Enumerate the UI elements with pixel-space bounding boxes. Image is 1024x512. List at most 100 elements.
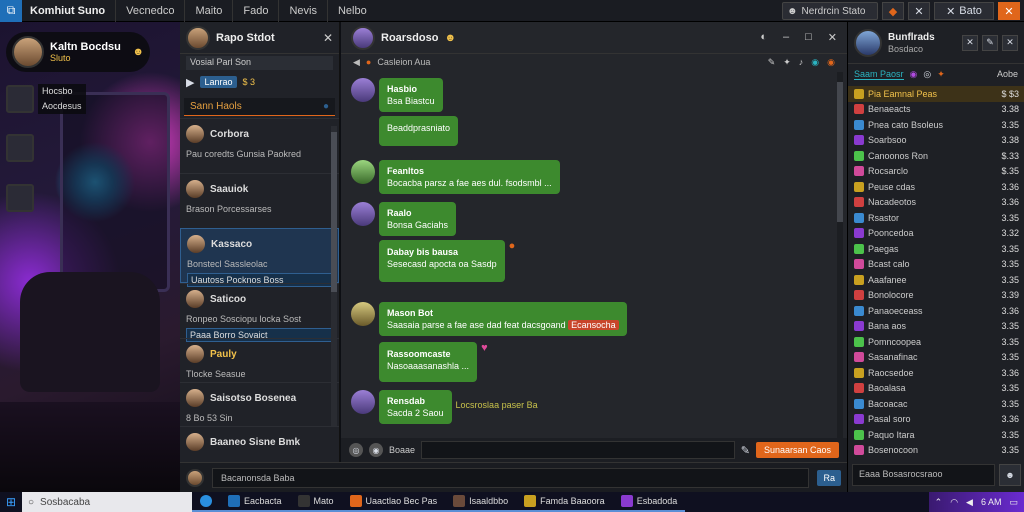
taskbar-app[interactable]: Famda Baaoora [516, 492, 613, 512]
friend-row[interactable]: Pia Eamnal Peas $ $3 [848, 86, 1024, 102]
friend-row[interactable]: Nacadeotos 3.36 [848, 195, 1024, 211]
notifications-icon[interactable]: ▭ [1009, 497, 1018, 508]
friend-row[interactable]: Bosenocoon 3.35 [848, 443, 1024, 459]
friend-row[interactable]: Pomncoopea 3.35 [848, 334, 1024, 350]
close-window-button[interactable]: ✕ Bato [934, 2, 994, 20]
notification-icon[interactable]: ◆ [882, 2, 904, 20]
flame-icon[interactable]: ✦ [937, 69, 945, 80]
friend-row[interactable]: Baoalasa 3.35 [848, 381, 1024, 397]
friend-row[interactable]: Sasanafinac 3.35 [848, 350, 1024, 366]
taskbar-app[interactable]: Esbadoda [612, 492, 686, 512]
friend-row[interactable]: Pasal soro 3.36 [848, 412, 1024, 428]
minimize-icon[interactable]: – [783, 31, 789, 44]
friend-row[interactable]: Benaeacts 3.38 [848, 102, 1024, 118]
chevron-up-icon[interactable]: ⌃ [935, 497, 943, 508]
settings-icon[interactable]: ◐ [760, 31, 767, 44]
bottom-input[interactable]: Bacanonsda Baba [212, 467, 810, 488]
friend-row[interactable]: Pooncedoa 3.32 [848, 226, 1024, 242]
message-bubble[interactable]: Hasbio Bsa Biastcu [379, 78, 443, 112]
conversation-item[interactable]: Saisotso Bosenea 8 Bo 53 Sin [180, 382, 339, 426]
bell-icon[interactable]: ♪ [799, 57, 804, 68]
side-friend[interactable] [6, 184, 34, 212]
gear-icon[interactable]: ◎ [923, 69, 931, 80]
chat-scrollbar[interactable] [837, 72, 843, 442]
friend-row[interactable]: Bacoacac 3.35 [848, 396, 1024, 412]
conversation-item[interactable]: Saticoo Ronpeo Sosciopu locka Sost Paaa … [180, 283, 339, 342]
close-icon[interactable]: ✕ [828, 31, 837, 44]
friends-search-input[interactable]: Eaaa Bosasrocsraoo [852, 464, 995, 486]
taskbar-app[interactable]: Isaaldbbo [445, 492, 517, 512]
attach-icon[interactable]: ◉ [369, 443, 383, 457]
friend-row[interactable]: Bonolocore 3.39 [848, 288, 1024, 304]
add-friend-icon[interactable]: ☻ [999, 464, 1021, 486]
side-friend[interactable]: Hocsbo Aocdesus [6, 84, 86, 114]
menu-item[interactable]: Vecnedco [115, 0, 184, 22]
message-bubble[interactable]: Rensdab Sacda 2 Saou [379, 390, 452, 424]
tab-active[interactable]: Saam Paosr [854, 69, 904, 80]
menu-item[interactable]: Maito [184, 0, 232, 22]
send-button[interactable]: Sunaarsan Caos [755, 442, 839, 458]
conversation-item[interactable]: Saauiok Brason Porcessarses [180, 173, 339, 228]
taskbar-app[interactable]: Eacbacta [220, 492, 290, 512]
tab-active[interactable]: Lanrao [200, 76, 237, 88]
message-bubble[interactable]: Feanltos Bocacba parsz a fae aes dul. fso… [379, 160, 560, 194]
friend-row[interactable]: Rocsarclo $.35 [848, 164, 1024, 180]
reaction-icon[interactable]: ● [509, 240, 516, 252]
menu-item[interactable]: Fado [232, 0, 278, 22]
friend-row[interactable]: Soarbsoo 3.38 [848, 133, 1024, 149]
taskbar-app[interactable] [192, 492, 220, 512]
friend-row[interactable]: Bana aos 3.35 [848, 319, 1024, 335]
message-bubble[interactable]: Mason Bot Saasaia parse a fae ase dad fea… [379, 302, 627, 336]
maximize-icon[interactable]: □ [805, 31, 812, 44]
message-bubble[interactable]: Beaddprasniato [379, 116, 459, 146]
conversation-item-selected[interactable]: Kassaco Bonstecl Sassleolac Uautoss Pock… [180, 228, 339, 287]
pin-icon[interactable]: ✦ [783, 57, 791, 68]
taskbar-app[interactable]: Uaactlao Bec Pas [341, 492, 446, 512]
friend-row[interactable]: Rsastor 3.35 [848, 210, 1024, 226]
volume-icon[interactable]: ◀ [966, 497, 973, 508]
video-icon[interactable]: ▶ [186, 76, 194, 89]
heart-icon[interactable]: ♥ [481, 342, 488, 354]
user-account-button[interactable]: ☻ Nerdrcin Stato [782, 2, 878, 20]
taskbar-search[interactable]: ○ Sosbacaba [22, 492, 192, 512]
clock[interactable]: 6 AM [981, 497, 1002, 507]
camera-icon[interactable]: ◎ [349, 443, 363, 457]
wifi-icon[interactable]: ◠ [950, 497, 958, 508]
message-bubble[interactable]: Rassoomcaste Nasoaaasanashla ... [379, 342, 478, 382]
tab[interactable]: Aobe [997, 69, 1018, 79]
friend-row[interactable]: Peuse cdas 3.36 [848, 179, 1024, 195]
start-icon[interactable]: ⊞ [0, 492, 22, 512]
friend-row[interactable]: Bcast calo 3.35 [848, 257, 1024, 273]
conversation-item[interactable]: Corbora Pau coredts Gunsia Paokred [180, 118, 339, 173]
bottom-send-button[interactable]: Ra [817, 469, 841, 486]
scrollbar-thumb[interactable] [837, 82, 843, 222]
pen-icon[interactable]: ✎ [741, 444, 750, 457]
message-bubble[interactable]: Raalo Bonsa Gaciahs [379, 202, 457, 236]
friend-row[interactable]: Raocsedoe 3.36 [848, 365, 1024, 381]
friend-row[interactable]: Paegas 3.35 [848, 241, 1024, 257]
friend-row[interactable]: Pnea cato Bsoleus 3.35 [848, 117, 1024, 133]
circle-icon[interactable]: ◉ [910, 69, 918, 80]
menu-item[interactable]: Nevis [278, 0, 327, 22]
friend-row[interactable]: Paquo Itara 3.35 [848, 427, 1024, 443]
scrollbar-thumb[interactable] [331, 132, 337, 292]
info-icon[interactable]: ◉ [811, 57, 819, 68]
conversations-scrollbar[interactable] [331, 126, 337, 426]
close-icon[interactable]: ✕ [323, 31, 333, 45]
profile-card[interactable]: Kaltn Bocdsu Sluto ☻ [6, 32, 150, 72]
friend-row[interactable]: Panaoeceass 3.36 [848, 303, 1024, 319]
menu-item[interactable]: Nelbo [326, 0, 377, 22]
message-bubble[interactable]: Dabay bis bausa Sesecasd apocta oa Sasdp [379, 240, 505, 282]
friend-row[interactable]: Aaafanee 3.35 [848, 272, 1024, 288]
tools-icon[interactable]: ✕ [908, 2, 930, 20]
message-input[interactable] [421, 441, 735, 459]
emoji-icon[interactable]: ◉ [827, 57, 835, 68]
conversation-item[interactable]: Baaneo Sisne Bmk [180, 426, 339, 456]
exit-button[interactable]: ✕ [998, 2, 1020, 20]
edit-icon[interactable]: ✎ [982, 34, 998, 51]
pen-icon[interactable]: ✎ [768, 57, 776, 68]
conversation-item[interactable]: Pauly Tlocke Seasue [180, 338, 339, 382]
taskbar-app[interactable]: Mato [289, 492, 342, 512]
back-icon[interactable]: ◀ [353, 57, 360, 68]
search-input[interactable]: Sann Haols ● [184, 98, 335, 116]
